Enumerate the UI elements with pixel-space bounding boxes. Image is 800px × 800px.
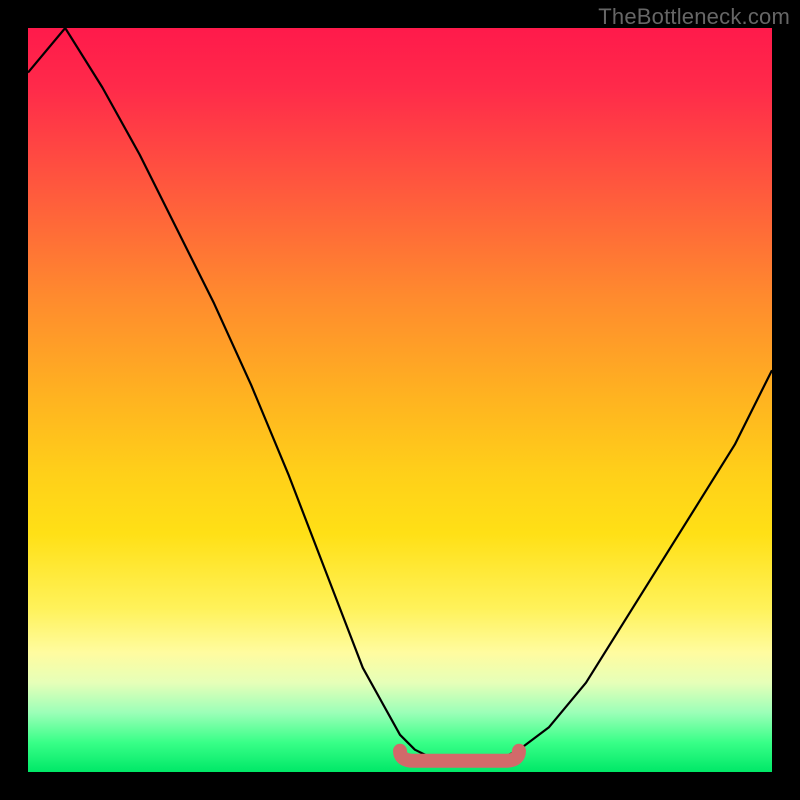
plot-area [28,28,772,772]
watermark-text: TheBottleneck.com [598,4,790,30]
chart-frame: TheBottleneck.com [0,0,800,800]
curve-layer [28,28,772,772]
bottom-flat-marker [400,751,519,761]
bottleneck-curve [28,28,772,765]
